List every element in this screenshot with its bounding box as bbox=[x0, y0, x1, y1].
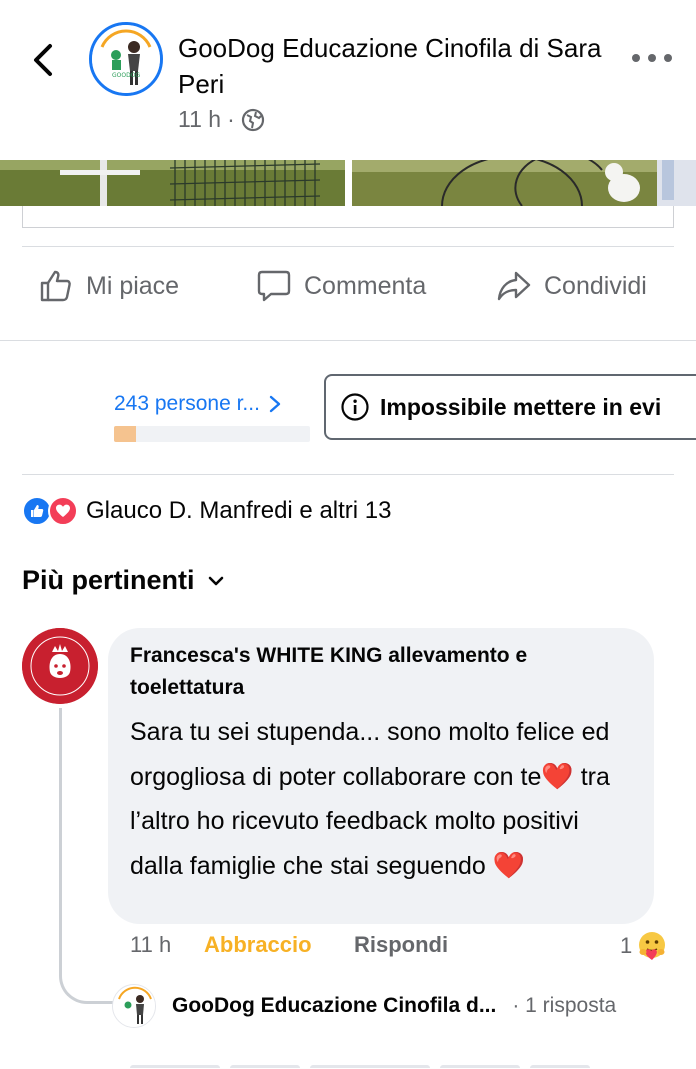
svg-text:GOODOG: GOODOG bbox=[112, 72, 140, 79]
divider bbox=[22, 246, 674, 247]
post-actions: Mi piace Commenta Condividi bbox=[0, 262, 696, 310]
goodog-logo-icon: GOODOG bbox=[92, 25, 160, 93]
reach-progress-fill bbox=[114, 426, 136, 442]
share-label: Condividi bbox=[544, 271, 647, 300]
comment-author[interactable]: Francesca's WHITE KING allevamento e toe… bbox=[130, 640, 632, 704]
goodog-logo-icon bbox=[113, 985, 155, 1027]
comment-button[interactable]: Commenta bbox=[256, 262, 426, 310]
reaction-icons bbox=[22, 496, 78, 526]
commenter-avatar[interactable] bbox=[22, 628, 98, 704]
divider bbox=[22, 474, 674, 475]
globe-icon bbox=[241, 108, 264, 131]
thumbs-up-icon bbox=[40, 270, 71, 302]
view-replies-link[interactable]: GooDog Educazione Cinofila d... · 1 risp… bbox=[112, 984, 696, 1028]
sort-label: Più pertinenti bbox=[22, 565, 195, 595]
love-reaction-icon bbox=[48, 496, 78, 526]
care-emoji-icon bbox=[639, 932, 666, 960]
more-dot-icon bbox=[664, 54, 672, 62]
chevron-left-icon bbox=[34, 44, 52, 76]
reaction-count: 1 bbox=[620, 933, 633, 958]
comment-text: Sara tu sei stupenda... sono molto felic… bbox=[130, 710, 632, 888]
more-dot-icon bbox=[632, 54, 640, 62]
reactions-summary[interactable]: Glauco D. Manfredi e altri 13 bbox=[22, 496, 391, 526]
share-arrow-icon bbox=[497, 271, 531, 301]
like-label: Mi piace bbox=[86, 271, 180, 300]
link-card[interactable] bbox=[22, 206, 674, 228]
reply-author-avatar bbox=[112, 984, 156, 1028]
post-images[interactable] bbox=[0, 160, 696, 208]
back-button[interactable] bbox=[28, 40, 60, 80]
reply-count: · 1 risposta bbox=[512, 994, 617, 1017]
chevron-down-icon bbox=[208, 576, 223, 585]
chevron-right-icon bbox=[269, 395, 281, 413]
page-avatar[interactable]: GOODOG bbox=[89, 22, 163, 96]
section-divider bbox=[0, 340, 696, 341]
photo-dog-icon bbox=[352, 160, 696, 206]
comment-text-part1: Sara tu sei stupenda... sono molto felic… bbox=[130, 718, 610, 791]
reach-progress-bar bbox=[114, 426, 310, 442]
reach-label: 243 persone r... bbox=[114, 392, 260, 415]
post-meta: 11 h · bbox=[178, 106, 265, 133]
boost-label: Impossibile mettere in evi bbox=[380, 393, 662, 420]
reactions-text: Glauco D. Manfredi e altri 13 bbox=[86, 497, 392, 524]
comment-bubble[interactable]: Francesca's WHITE KING allevamento e toe… bbox=[108, 628, 654, 924]
heart-emoji-icon: ❤️ bbox=[541, 761, 574, 791]
like-button[interactable]: Mi piace bbox=[38, 262, 179, 310]
reply-button[interactable]: Rispondi bbox=[354, 932, 448, 958]
comment-time[interactable]: 11 h bbox=[130, 932, 204, 958]
comment-reaction-button[interactable]: Abbraccio bbox=[204, 932, 354, 958]
comment-label: Commenta bbox=[304, 271, 427, 300]
post-header: GOODOG GooDog Educazione Cinofila di Sar… bbox=[0, 0, 696, 160]
post-photo[interactable] bbox=[0, 160, 345, 206]
more-options-button[interactable] bbox=[632, 46, 672, 70]
photo-fence-icon bbox=[0, 160, 345, 206]
heart-emoji-icon: ❤️ bbox=[492, 850, 526, 880]
next-comment-partial bbox=[130, 1058, 650, 1068]
boost-post-button[interactable]: Impossibile mettere in evi bbox=[324, 374, 696, 440]
more-dot-icon bbox=[648, 54, 656, 62]
comment-sort-dropdown[interactable]: Più pertinenti bbox=[22, 565, 225, 596]
page-title[interactable]: GooDog Educazione Cinofila di Sara Peri bbox=[178, 30, 608, 102]
post-time[interactable]: 11 h bbox=[178, 106, 221, 133]
reply-thread-line bbox=[59, 708, 115, 1004]
reply-author-name: GooDog Educazione Cinofila d... bbox=[172, 994, 497, 1017]
comment-reaction-count[interactable]: 1 bbox=[620, 930, 668, 962]
info-icon bbox=[341, 393, 369, 421]
meta-separator: · bbox=[227, 106, 235, 132]
comment-bubble-icon bbox=[257, 270, 291, 302]
reach-link[interactable]: 243 persone r... bbox=[114, 392, 282, 416]
post-photo[interactable] bbox=[352, 160, 696, 206]
share-button[interactable]: Condividi bbox=[496, 262, 647, 310]
white-king-logo-icon bbox=[22, 628, 98, 704]
comment-meta: 11 h Abbraccio Rispondi bbox=[130, 932, 448, 958]
